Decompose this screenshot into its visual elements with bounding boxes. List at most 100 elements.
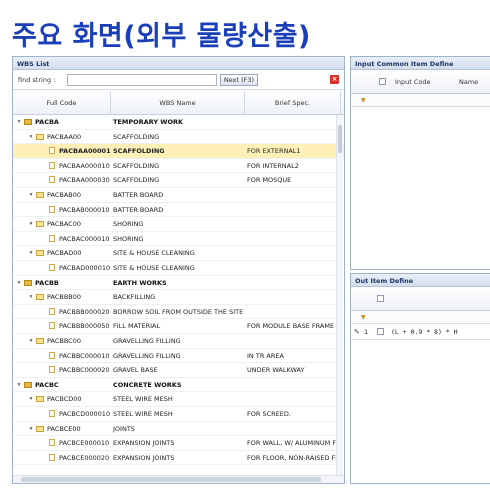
table-row[interactable]: PACBCD000010 STEEL WIRE MESH FOR SCREED. [13, 407, 344, 422]
wbs-name-cell: SITE & HOUSE CLEANING [113, 249, 195, 258]
full-code-cell: PACBCE000020 [13, 451, 111, 465]
column-header-input-code[interactable]: Input Code [395, 70, 431, 94]
table-row[interactable]: PACBCE000010 EXPANSION JOINTS FOR WALL, W/… [13, 436, 344, 451]
expand-toggle-icon[interactable]: ▾ [28, 290, 34, 304]
table-row[interactable]: PACBBC000020 GRAVEL BASE UNDER WALKWAY [13, 363, 344, 378]
find-input[interactable] [67, 74, 217, 86]
table-row[interactable]: PACBAB000010 BATTER BOARD [13, 203, 344, 218]
folder-icon [36, 294, 44, 301]
table-row[interactable]: PACBAA000010 SCAFFOLDING FOR INTERNAL2 [13, 159, 344, 174]
expand-toggle-icon[interactable]: ▾ [28, 422, 34, 436]
brief-spec-cell: FOR WALL, W/ ALUMINUM FLASH [247, 439, 339, 448]
document-icon [49, 161, 55, 169]
document-icon [49, 234, 55, 242]
full-code-text: PACBAA00 [47, 132, 82, 141]
wbs-name-cell: BACKFILLING [113, 293, 156, 302]
document-icon [49, 410, 55, 417]
expand-toggle-icon[interactable]: ▾ [28, 392, 34, 406]
table-row[interactable]: PACBBC000010 GRAVELLING FILLING IN TR AREA [13, 349, 344, 364]
table-row[interactable]: ▾ PACBA TEMPORARY WORK [13, 115, 344, 130]
full-code-cell: PACBBB000020 [13, 305, 111, 319]
expand-toggle-icon[interactable]: ▾ [28, 246, 34, 260]
document-icon [49, 205, 55, 213]
full-code-text: PACBA [35, 118, 59, 126]
folder-icon [24, 381, 32, 388]
row-checkbox[interactable] [377, 328, 384, 335]
expand-toggle-icon[interactable]: ▾ [16, 378, 22, 392]
full-code-cell: ▾ PACBC [13, 378, 111, 392]
wbs-name-cell: SHORING [113, 220, 144, 229]
brief-spec-cell: FOR SCREED. [247, 410, 291, 418]
out-item-row[interactable]: ✎ 1 (L + 0.9 * 8) * H [351, 324, 490, 340]
brief-spec-cell: FOR MODULE BASE FRAME [247, 322, 335, 331]
full-code-text: PACBAA000010 [59, 161, 110, 170]
wbs-name-cell: SCAFFOLDING [113, 132, 160, 141]
horizontal-scrollbar[interactable] [13, 475, 344, 483]
wbs-name-cell: EARTH WORKS [113, 278, 167, 287]
wbs-name-cell: FILL MATERIAL [113, 322, 161, 331]
column-header-wbs-name[interactable]: WBS Name [111, 91, 245, 115]
full-code-text: PACBAA000030 [59, 176, 110, 185]
full-code-cell: PACBAC000010 [13, 232, 111, 246]
wbs-name-cell: CONCRETE WORKS [113, 380, 182, 389]
select-all-checkbox[interactable] [379, 78, 386, 85]
document-icon [49, 307, 55, 315]
filter-icon[interactable]: ▼ [361, 97, 366, 104]
wbs-name-cell: BORROW SOIL FROM OUTSIDE THE SITE [113, 307, 244, 316]
expand-toggle-icon[interactable]: ▾ [28, 130, 34, 144]
table-row[interactable]: PACBBB000020 BORROW SOIL FROM OUTSIDE THE… [13, 305, 344, 320]
table-row[interactable]: ▾ PACBB EARTH WORKS [13, 276, 344, 291]
table-row[interactable]: PACBAD000010 SITE & HOUSE CLEANING [13, 261, 344, 276]
table-row[interactable]: ▾ PACBBB00 BACKFILLING [13, 290, 344, 305]
expand-toggle-icon[interactable]: ▾ [28, 188, 34, 202]
input-grid-header: Input Code Name [351, 70, 490, 94]
table-row[interactable]: PACBBB000050 FILL MATERIAL FOR MODULE BASE… [13, 319, 344, 334]
column-header-name[interactable]: Name [459, 70, 478, 94]
full-code-text: PACBAA000010 [59, 147, 111, 156]
table-row[interactable]: ▾ PACBAD00 SITE & HOUSE CLEANING [13, 246, 344, 261]
expand-toggle-icon[interactable]: ▾ [16, 115, 22, 129]
full-code-text: PACBCE00 [47, 424, 81, 433]
table-row[interactable]: PACBAC000010 SHORING [13, 232, 344, 247]
full-code-text: PACBB [35, 278, 59, 287]
filter-icon[interactable]: ▼ [361, 314, 366, 321]
brief-spec-cell: FOR MOSQUE [247, 176, 292, 185]
column-header-brief-spec[interactable]: Brief Spec. [245, 91, 341, 115]
full-code-cell: PACBCD000010 [13, 407, 111, 421]
filter-row[interactable]: ▼ [351, 94, 490, 107]
folder-icon [36, 221, 44, 228]
full-code-text: PACBCE000020 [59, 453, 110, 462]
table-row[interactable]: ▾ PACBCD00 STEEL WIRE MESH [13, 392, 344, 407]
filter-row[interactable]: ▼ [351, 311, 490, 324]
folder-icon [36, 338, 44, 344]
select-all-checkbox[interactable] [377, 295, 384, 302]
wbs-grid-body: ▾ PACBA TEMPORARY WORK ▾ PACBAA00 SCAFFOLDING… [13, 115, 344, 477]
full-code-cell: PACBAD000010 [13, 261, 111, 275]
full-code-text: PACBBC000010 [59, 351, 110, 360]
table-row[interactable]: ▾ PACBAA00 SCAFFOLDING [13, 130, 344, 145]
table-row[interactable]: PACBCE000020 EXPANSION JOINTS FOR FLOOR, N… [13, 451, 344, 466]
expand-toggle-icon[interactable]: ▾ [28, 217, 34, 231]
document-icon [49, 322, 55, 330]
full-code-text: PACBBC000020 [59, 366, 110, 375]
table-row[interactable]: ▾ PACBC CONCRETE WORKS [13, 378, 344, 393]
table-row[interactable]: PACBAA000010 SCAFFOLDING FOR EXTERNAL1 [13, 144, 344, 159]
table-row[interactable]: ▾ PACBAB00 BATTER BOARD [13, 188, 344, 203]
out-item-panel: Out Item Define ▼ ✎ 1 (L + 0.9 * 8) * H [350, 273, 490, 484]
table-row[interactable]: PACBAA000030 SCAFFOLDING FOR MOSQUE [13, 173, 344, 188]
table-row[interactable]: ▾ PACBCE00 JOINTS [13, 422, 344, 437]
expand-toggle-icon[interactable]: ▾ [28, 334, 34, 348]
wbs-name-cell: SCAFFOLDING [113, 176, 160, 185]
full-code-cell: ▾ PACBAA00 [13, 130, 111, 144]
column-header-full-code[interactable]: Full Code [13, 91, 111, 115]
table-row[interactable]: ▾ PACBBC00 GRAVELLING FILLING [13, 334, 344, 349]
full-code-text: PACBAB000010 [59, 205, 110, 214]
close-icon[interactable]: × [330, 75, 339, 84]
find-bar: find string : Next (F3) × [13, 70, 344, 90]
find-next-button[interactable]: Next (F3) [220, 74, 258, 86]
full-code-cell: ▾ PACBBB00 [13, 290, 111, 304]
pencil-icon: ✎ [354, 328, 360, 336]
table-row[interactable]: ▾ PACBAC00 SHORING [13, 217, 344, 232]
vertical-scrollbar[interactable] [336, 115, 343, 477]
expand-toggle-icon[interactable]: ▾ [16, 276, 22, 290]
